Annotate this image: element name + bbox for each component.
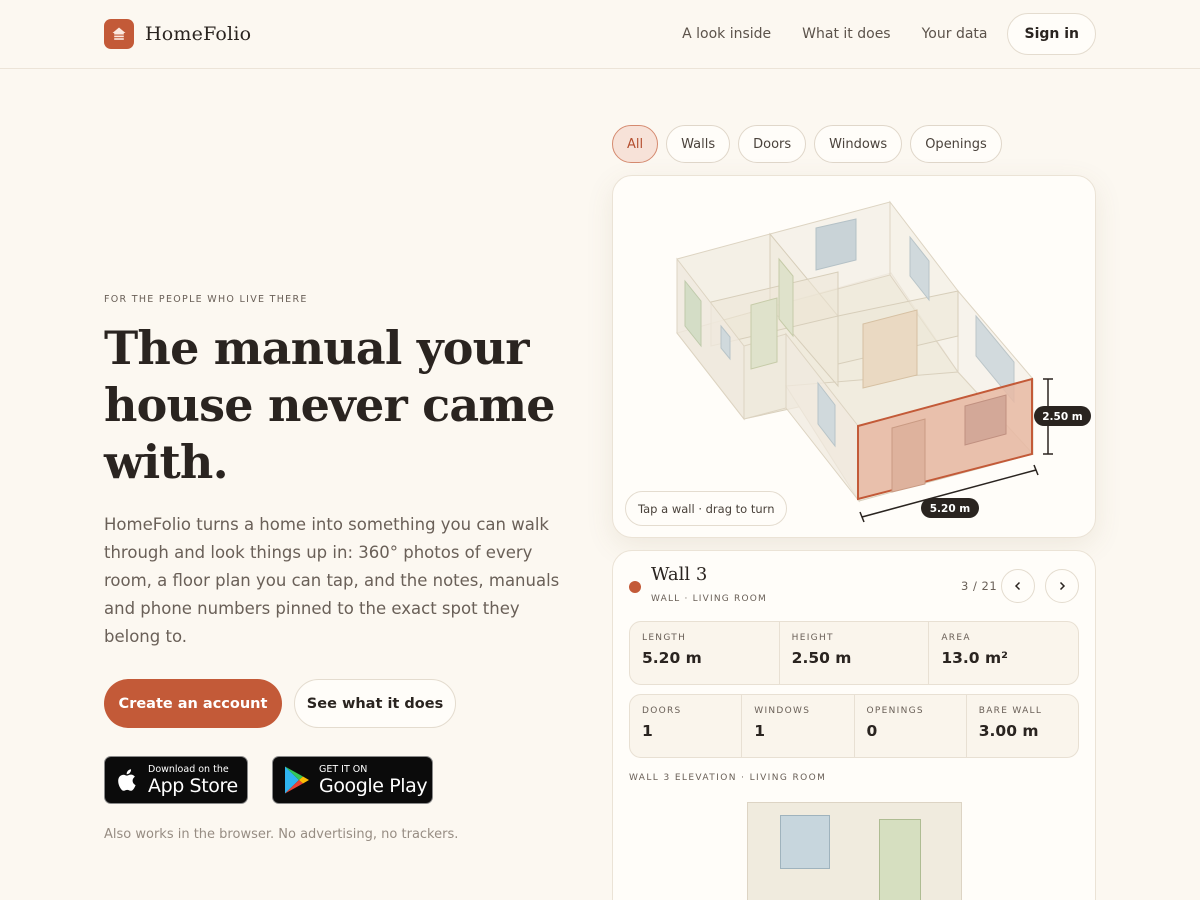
stat-value: 2.50 m xyxy=(791,649,852,667)
wall-subtitle: WALL · LIVING ROOM xyxy=(651,594,768,604)
chevron-right-icon xyxy=(1059,581,1066,591)
stat-openings: OPENINGS 0 xyxy=(855,695,967,757)
stat-label: HEIGHT xyxy=(791,633,834,643)
feature-stats: DOORS 1 WINDOWS 1 OPENINGS 0 BARE WALL 3… xyxy=(629,694,1079,758)
stat-label: WINDOWS xyxy=(754,706,811,716)
viewer-hint: Tap a wall · drag to turn xyxy=(625,491,788,526)
stat-label: DOORS xyxy=(642,706,682,716)
wall-title: Wall 3 xyxy=(651,564,708,585)
chip-walls[interactable]: Walls xyxy=(666,125,731,163)
stat-label: LENGTH xyxy=(642,633,687,643)
elevation-window[interactable] xyxy=(780,815,830,869)
previous-wall-button[interactable] xyxy=(1001,569,1035,603)
height-dimension-label: 2.50 m xyxy=(1042,411,1083,423)
chip-windows[interactable]: Windows xyxy=(814,125,903,163)
google-play-badge[interactable]: GET IT ON Google Play xyxy=(272,756,433,804)
next-wall-button[interactable] xyxy=(1045,569,1079,603)
house-model: 2.50 m 5.20 m xyxy=(676,200,1091,523)
app-store-big-text: App Store xyxy=(148,774,238,797)
stat-doors: DOORS 1 xyxy=(630,695,743,757)
stat-value: 13.0 m² xyxy=(941,649,1008,667)
stat-label: BARE WALL xyxy=(978,706,1043,716)
stat-value: 5.20 m xyxy=(642,649,702,667)
sign-in-button[interactable]: Sign in xyxy=(1007,13,1096,55)
stat-value: 1 xyxy=(642,722,653,740)
selected-wall-door xyxy=(891,418,926,493)
stat-windows: WINDOWS 1 xyxy=(742,695,855,757)
stat-value: 1 xyxy=(754,722,766,740)
footnote: Also works in the browser. No advertisin… xyxy=(104,827,459,842)
stat-label: OPENINGS xyxy=(866,706,924,716)
door[interactable] xyxy=(862,309,918,389)
cta-row: Create an account See what it does xyxy=(104,679,456,728)
hero-eyebrow: FOR THE PEOPLE WHO LIVE THERE xyxy=(104,294,308,305)
stat-value: 0 xyxy=(866,722,878,740)
elevation-label: WALL 3 ELEVATION · LIVING ROOM xyxy=(629,773,827,783)
app-store-small-text: Download on the xyxy=(148,763,229,775)
house-3d-viewer[interactable]: 2.50 m 5.20 m Tap a wall · drag to turn xyxy=(612,175,1096,538)
stat-length: LENGTH 5.20 m xyxy=(630,622,780,684)
nav-link-what-it-does[interactable]: What it does xyxy=(802,26,890,42)
wall-detail-card: Wall 3 WALL · LIVING ROOM 3 / 21 LENGTH … xyxy=(612,550,1096,900)
door[interactable] xyxy=(750,297,778,370)
store-badges: Download on the App Store GET IT ON Goog… xyxy=(104,756,433,804)
wall-counter: 3 / 21 xyxy=(961,579,998,593)
stat-height: HEIGHT 2.50 m xyxy=(780,622,930,684)
stat-value: 3.00 m xyxy=(978,722,1039,740)
nav-link-a-look-inside[interactable]: A look inside xyxy=(682,26,771,42)
site-header: HomeFolio A look inside What it does You… xyxy=(0,0,1200,69)
google-play-small-text: GET IT ON xyxy=(319,763,368,775)
hero-lede: HomeFolio turns a home into something yo… xyxy=(104,515,560,646)
chip-all[interactable]: All xyxy=(612,125,659,163)
nav-link-your-data[interactable]: Your data xyxy=(922,26,988,42)
stat-area: AREA 13.0 m² xyxy=(929,622,1078,684)
stat-label: AREA xyxy=(941,633,971,643)
house-icon xyxy=(104,19,134,49)
logo[interactable]: HomeFolio xyxy=(104,19,251,49)
chip-openings[interactable]: Openings xyxy=(910,125,1002,163)
google-play-big-text: Google Play xyxy=(319,774,428,797)
dimension-stats: LENGTH 5.20 m HEIGHT 2.50 m AREA 13.0 m² xyxy=(629,621,1079,685)
brand-name: HomeFolio xyxy=(145,23,252,45)
chevron-left-icon xyxy=(1014,581,1021,591)
chip-doors[interactable]: Doors xyxy=(738,125,807,163)
create-account-button[interactable]: Create an account xyxy=(104,679,282,728)
stat-bare-wall: BARE WALL 3.00 m xyxy=(967,695,1078,757)
apple-icon xyxy=(118,769,136,791)
app-store-badge[interactable]: Download on the App Store xyxy=(104,756,248,804)
filter-chips: All Walls Doors Windows Openings xyxy=(612,125,1010,163)
wall-color-dot xyxy=(629,581,641,593)
google-play-icon xyxy=(285,766,309,794)
hero-headline: The manual your house never came with. xyxy=(104,321,555,489)
length-dimension-label: 5.20 m xyxy=(930,503,971,515)
main-nav: A look inside What it does Your data Sig… xyxy=(682,13,1096,55)
wall-elevation[interactable] xyxy=(747,802,962,900)
see-what-it-does-button[interactable]: See what it does xyxy=(294,679,456,728)
elevation-door[interactable] xyxy=(879,819,921,900)
